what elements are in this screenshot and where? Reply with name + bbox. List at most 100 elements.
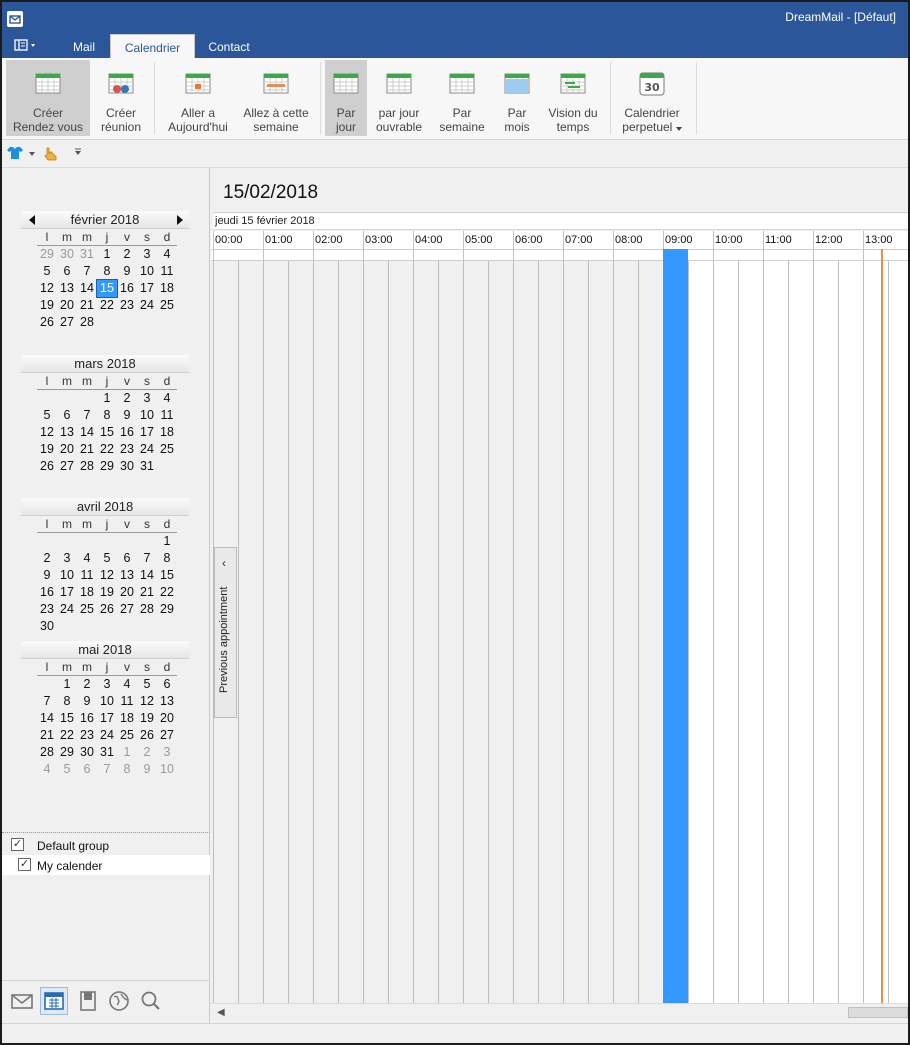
ribbon-button-7[interactable]: Par semaine: [430, 60, 494, 136]
day-cell[interactable]: 3: [97, 676, 117, 693]
day-cell[interactable]: 30: [57, 246, 77, 263]
day-cell[interactable]: 21: [77, 441, 97, 458]
day-cell[interactable]: 10: [157, 761, 177, 778]
day-cell[interactable]: 30: [77, 744, 97, 761]
ribbon-button-4[interactable]: Allez à cette semaine: [236, 60, 316, 136]
day-cell[interactable]: 2: [117, 390, 137, 407]
day-cell[interactable]: 27: [57, 458, 77, 475]
day-cell[interactable]: 23: [117, 441, 137, 458]
day-cell[interactable]: 27: [57, 314, 77, 331]
day-cell[interactable]: 5: [37, 263, 57, 280]
day-cell[interactable]: 8: [97, 407, 117, 424]
previous-appointment-button[interactable]: ‹ Previous appointment: [214, 547, 237, 718]
day-cell[interactable]: 11: [117, 693, 137, 710]
day-cell[interactable]: 17: [57, 584, 77, 601]
ribbon-button-6[interactable]: par jour ouvrable: [370, 60, 428, 136]
day-cell[interactable]: 12: [137, 693, 157, 710]
day-cell[interactable]: 17: [137, 424, 157, 441]
rss-globe-icon[interactable]: [105, 987, 133, 1015]
day-cell[interactable]: 22: [157, 584, 177, 601]
day-cell[interactable]: 1: [97, 390, 117, 407]
day-cell[interactable]: 17: [97, 710, 117, 727]
day-cell[interactable]: 4: [117, 676, 137, 693]
tab-calendrier[interactable]: Calendrier: [110, 34, 195, 58]
day-cell[interactable]: 30: [117, 458, 137, 475]
day-cell[interactable]: 7: [77, 407, 97, 424]
day-cell[interactable]: 5: [97, 550, 117, 567]
day-cell[interactable]: 25: [157, 297, 177, 314]
day-cell[interactable]: 19: [137, 710, 157, 727]
day-cell[interactable]: 21: [137, 584, 157, 601]
day-cell[interactable]: 7: [77, 263, 97, 280]
tab-contact[interactable]: Contact: [198, 34, 260, 58]
horizontal-scrollbar[interactable]: ◀: [211, 1003, 908, 1021]
day-cell[interactable]: 25: [77, 601, 97, 618]
day-cell[interactable]: 11: [77, 567, 97, 584]
next-month-icon[interactable]: [177, 215, 183, 225]
customize-toolbar-icon[interactable]: [74, 148, 82, 164]
day-cell[interactable]: 15: [57, 710, 77, 727]
day-cell[interactable]: 20: [57, 297, 77, 314]
day-cell[interactable]: 31: [97, 744, 117, 761]
day-cell[interactable]: 2: [37, 550, 57, 567]
ribbon-button-8[interactable]: Par mois: [495, 60, 539, 136]
ribbon-button-10[interactable]: 30 Calendrier perpetuel: [614, 60, 690, 136]
day-cell[interactable]: 18: [157, 424, 177, 441]
shirt-icon[interactable]: [6, 146, 24, 162]
day-cell[interactable]: 17: [137, 280, 157, 297]
day-cell[interactable]: 8: [97, 263, 117, 280]
ribbon-button-5[interactable]: Par jour: [325, 60, 367, 136]
day-cell[interactable]: 25: [117, 727, 137, 744]
ribbon-button-3[interactable]: Aller a Aujourd'hui: [162, 60, 234, 136]
day-cell[interactable]: 10: [57, 567, 77, 584]
day-cell[interactable]: 16: [37, 584, 57, 601]
day-cell[interactable]: 6: [117, 550, 137, 567]
day-cell[interactable]: 31: [137, 458, 157, 475]
checkbox[interactable]: ✓: [18, 858, 31, 871]
day-cell[interactable]: 29: [157, 601, 177, 618]
day-cell[interactable]: 19: [37, 297, 57, 314]
day-cell[interactable]: 14: [137, 567, 157, 584]
day-cell[interactable]: 11: [157, 407, 177, 424]
day-cell[interactable]: 21: [37, 727, 57, 744]
day-cell[interactable]: 28: [137, 601, 157, 618]
day-cell[interactable]: 7: [137, 550, 157, 567]
day-cell[interactable]: 29: [97, 458, 117, 475]
day-cell[interactable]: 21: [77, 297, 97, 314]
scroll-thumb[interactable]: [848, 1007, 908, 1018]
group-default[interactable]: ✓ Default group: [2, 835, 210, 855]
day-cell[interactable]: 13: [157, 693, 177, 710]
day-cell[interactable]: 20: [117, 584, 137, 601]
day-cell[interactable]: 12: [37, 280, 57, 297]
time-grid[interactable]: [211, 261, 908, 1003]
day-cell[interactable]: 26: [37, 314, 57, 331]
day-cell[interactable]: 3: [137, 390, 157, 407]
day-cell[interactable]: 4: [157, 246, 177, 263]
day-cell[interactable]: 5: [37, 407, 57, 424]
day-cell[interactable]: 28: [37, 744, 57, 761]
day-cell[interactable]: 16: [117, 424, 137, 441]
dreammail-logo-icon[interactable]: [7, 11, 23, 27]
ribbon-button-1[interactable]: Créer Rendez vous: [6, 60, 90, 136]
day-cell[interactable]: 2: [117, 246, 137, 263]
day-cell[interactable]: 19: [97, 584, 117, 601]
day-cell[interactable]: 9: [37, 567, 57, 584]
ribbon-button-9[interactable]: Vision du temps: [540, 60, 606, 136]
hand-pointer-icon[interactable]: [42, 146, 58, 162]
day-cell[interactable]: 1: [97, 246, 117, 263]
day-cell[interactable]: 10: [137, 407, 157, 424]
day-cell[interactable]: 19: [37, 441, 57, 458]
day-cell[interactable]: 1: [117, 744, 137, 761]
day-cell[interactable]: 9: [117, 407, 137, 424]
day-cell[interactable]: 24: [57, 601, 77, 618]
search-icon[interactable]: [137, 987, 165, 1015]
day-cell[interactable]: 9: [77, 693, 97, 710]
day-cell[interactable]: 3: [157, 744, 177, 761]
ribbon-button-2[interactable]: Créer réunion: [92, 60, 150, 136]
day-cell[interactable]: 28: [77, 458, 97, 475]
day-cell[interactable]: 13: [57, 424, 77, 441]
group-my-calender[interactable]: ✓ My calender: [2, 855, 210, 875]
day-cell[interactable]: 15: [97, 424, 117, 441]
calendar-icon[interactable]: [40, 987, 68, 1015]
day-cell[interactable]: 18: [117, 710, 137, 727]
